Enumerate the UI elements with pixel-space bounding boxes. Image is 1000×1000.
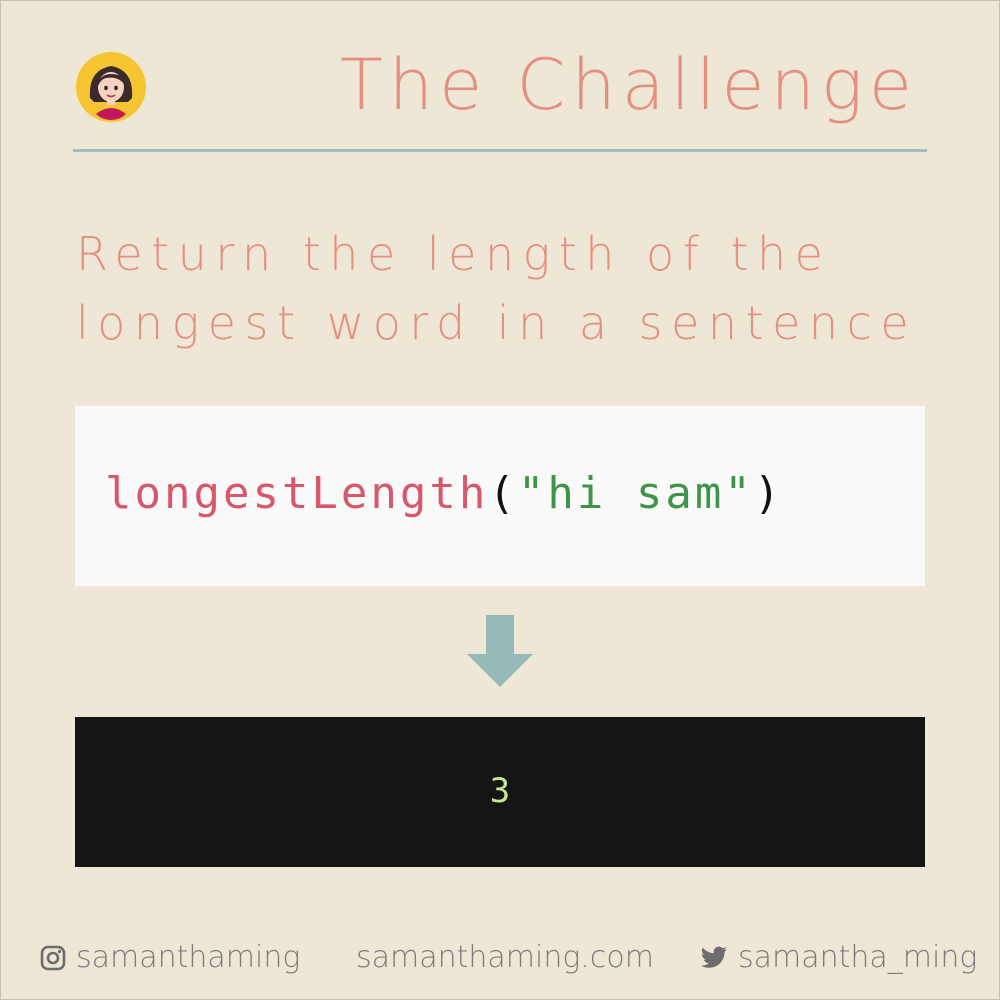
output-panel: 3 xyxy=(75,717,925,867)
footer: samanthaming samanthaming.com samantha_m… xyxy=(0,940,1000,986)
function-name: longestLength xyxy=(105,468,489,519)
page-title: The Challenge xyxy=(340,44,918,126)
instagram-label: samanthaming xyxy=(76,940,301,975)
twitter-icon xyxy=(700,946,727,968)
avatar-icon xyxy=(76,52,146,122)
twitter-handle[interactable]: samantha_ming xyxy=(700,940,977,975)
code-input-panel: longestLength("hi sam") xyxy=(75,406,925,586)
website-label: samanthaming.com xyxy=(356,940,654,975)
code-snippet: longestLength("hi sam") xyxy=(105,468,783,519)
challenge-description: Return the length of the longest word in… xyxy=(76,220,936,358)
close-paren: ) xyxy=(753,468,784,519)
description-line-1: Return the length of the xyxy=(76,227,832,281)
title-divider xyxy=(73,149,927,152)
twitter-label: samantha_ming xyxy=(738,940,978,975)
website-link[interactable]: samanthaming.com xyxy=(356,940,654,975)
instagram-icon xyxy=(40,945,66,970)
arrow-down-icon xyxy=(467,615,533,687)
instagram-handle[interactable]: samanthaming xyxy=(40,940,300,975)
description-line-2: longest word in a sentence xyxy=(76,296,918,350)
string-argument: "hi sam" xyxy=(517,468,754,519)
output-value: 3 xyxy=(489,771,511,811)
open-paren: ( xyxy=(488,468,518,519)
